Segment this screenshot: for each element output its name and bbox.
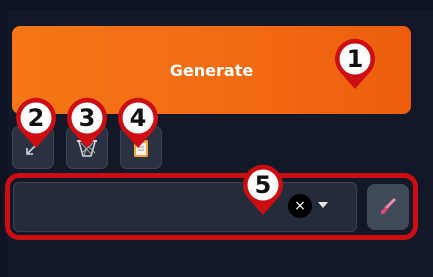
callout-marker-5: 5 — [241, 164, 285, 216]
callout-marker-1: 1 — [333, 38, 377, 90]
panel-edge — [0, 0, 433, 10]
chevron-down-icon[interactable] — [318, 202, 328, 208]
brush-icon — [381, 198, 396, 214]
close-icon: × — [294, 198, 306, 214]
generate-button-label: Generate — [169, 60, 254, 80]
callout-marker-2: 2 — [14, 97, 58, 149]
panel-edge-left — [0, 0, 8, 277]
clear-selection-button[interactable]: × — [288, 194, 312, 218]
brush-button[interactable] — [367, 184, 409, 230]
callout-marker-3: 3 — [65, 97, 109, 149]
callout-marker-4: 4 — [116, 97, 160, 149]
